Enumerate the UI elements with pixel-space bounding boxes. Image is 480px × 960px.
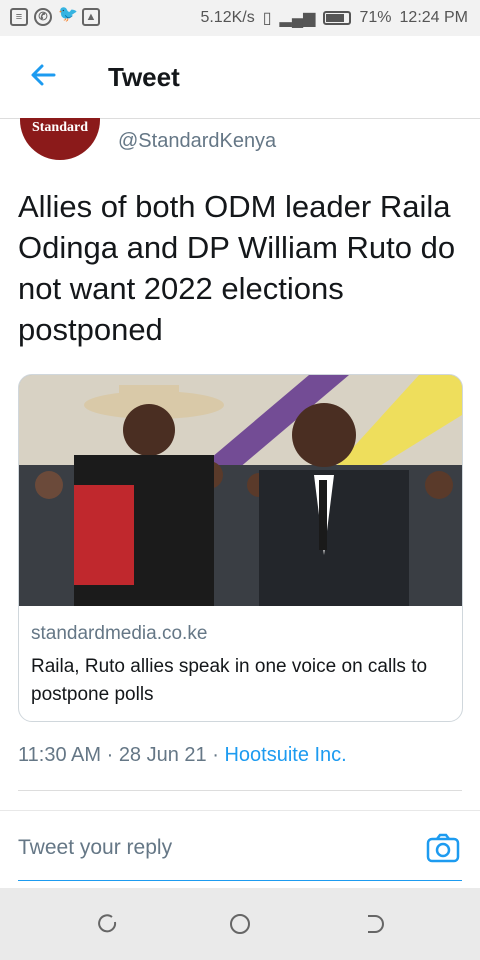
app-header: Tweet [0, 36, 480, 119]
card-image [19, 375, 462, 606]
avatar-logo-text: Standard [31, 120, 89, 135]
tweet-text: Allies of both ODM leader Raila Odinga a… [18, 189, 456, 347]
back-nav-icon[interactable] [362, 912, 386, 936]
network-speed: 5.12K/s [200, 9, 255, 26]
divider [0, 810, 480, 811]
status-bar: ≡ ✆ 🐦 ▲ 5.12K/s ▯ ▂▄▆ 71% 12:24 PM [0, 0, 480, 36]
gallery-icon: ▲ [82, 8, 100, 26]
tweet-source-link[interactable]: Hootsuite Inc. [224, 744, 346, 766]
status-right: 5.12K/s ▯ ▂▄▆ 71% 12:24 PM [200, 8, 468, 28]
system-nav-bar [0, 888, 480, 960]
tweet-meta: 11:30 AM · 28 Jun 21 · Hootsuite Inc. [18, 744, 347, 767]
card-domain: standardmedia.co.ke [31, 623, 208, 644]
whatsapp-icon: ✆ [34, 8, 52, 26]
back-arrow-icon[interactable] [28, 60, 58, 90]
card-title: Raila, Ruto allies speak in one voice on… [31, 656, 428, 705]
link-card[interactable]: standardmedia.co.ke Raila, Ruto allies s… [18, 374, 463, 722]
user-handle[interactable]: @StandardKenya [118, 130, 276, 153]
page-title: Tweet [108, 62, 180, 92]
clock: 12:24 PM [399, 9, 468, 26]
reply-bar: Tweet your reply [18, 818, 462, 881]
twitter-icon: 🐦 [58, 6, 78, 23]
recent-apps-icon[interactable] [96, 912, 120, 936]
tweet-time: 11:30 AM [18, 744, 102, 766]
signal-icon: ▂▄▆ [279, 10, 316, 27]
vibrate-icon: ▯ [262, 10, 272, 27]
divider [18, 790, 462, 791]
camera-icon[interactable] [426, 832, 460, 864]
meta-separator: · [106, 744, 119, 766]
home-icon[interactable] [228, 912, 252, 936]
battery-percent: 71% [359, 9, 392, 26]
tweet-date: 28 Jun 21 [118, 744, 207, 766]
message-icon: ≡ [10, 8, 28, 26]
reply-input[interactable]: Tweet your reply [18, 836, 172, 860]
battery-icon [323, 11, 352, 25]
notification-icons: ≡ ✆ 🐦 ▲ [10, 6, 100, 26]
meta-separator: · [212, 744, 225, 766]
